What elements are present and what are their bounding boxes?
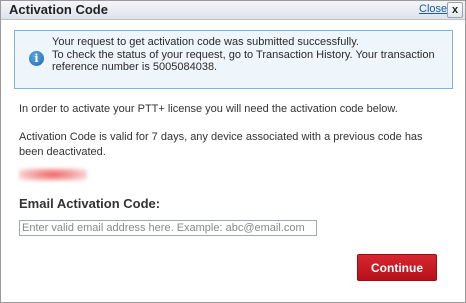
activation-code-redacted (19, 168, 87, 181)
dialog-title: Activation Code (9, 2, 108, 17)
activation-code-dialog: Activation Code Close x i Your request t… (0, 0, 466, 303)
notice-line-success: Your request to get activation code was … (52, 36, 359, 48)
info-icon: i (29, 51, 44, 66)
notice-text: Your request to get activation code was … (52, 36, 442, 74)
close-link[interactable]: Close (419, 3, 447, 15)
success-notice: i Your request to get activation code wa… (14, 30, 453, 89)
notice-line-reference: To check the status of your request, go … (52, 48, 435, 74)
email-input[interactable] (19, 220, 317, 236)
dialog-titlebar: Activation Code Close x (1, 1, 465, 20)
email-activation-label: Email Activation Code: (19, 196, 161, 211)
continue-button[interactable]: Continue (357, 254, 437, 281)
close-icon[interactable]: x (447, 2, 463, 18)
instruction-text: In order to activate your PTT+ license y… (19, 103, 398, 115)
validity-text: Activation Code is valid for 7 days, any… (19, 131, 423, 158)
